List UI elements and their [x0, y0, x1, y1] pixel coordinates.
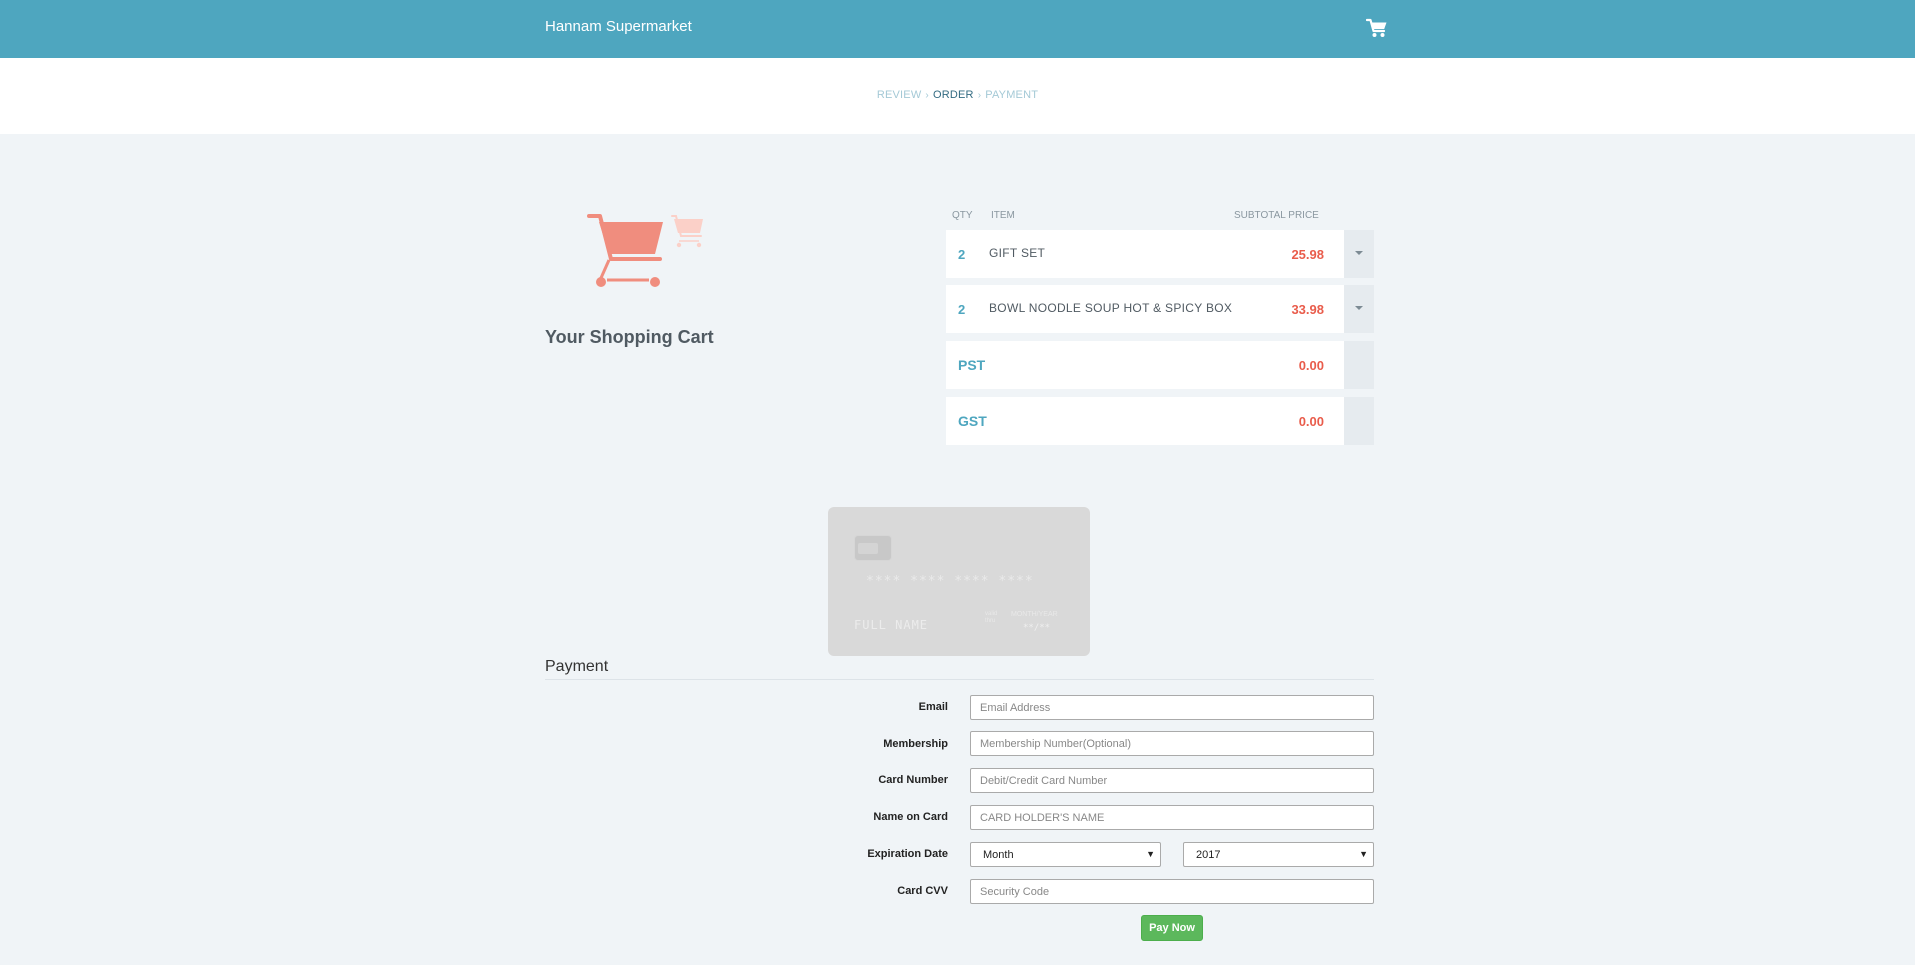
dropdown-arrow-icon: ▼	[1359, 849, 1368, 859]
card-valid-thru-label: valid thru	[985, 611, 998, 624]
card-number-preview: **** **** **** ****	[866, 574, 1034, 589]
card-expiry-preview: **/**	[1023, 623, 1051, 633]
card-cvv-label: Card CVV	[897, 885, 948, 897]
credit-card-preview: **** **** **** **** FULL NAME valid thru…	[828, 507, 1090, 656]
column-header-subtotal: SUBTOTAL PRICE	[1234, 210, 1319, 221]
item-qty: 2	[958, 247, 966, 262]
tax-amount: 0.00	[1298, 414, 1324, 429]
step-review[interactable]: REVIEW	[877, 89, 922, 101]
chevron-right-icon: ›	[925, 90, 929, 101]
item-name: BOWL NOODLE SOUP HOT & SPICY BOX	[989, 301, 1233, 315]
expand-item-button[interactable]	[1344, 230, 1374, 278]
step-payment[interactable]: PAYMENT	[985, 89, 1038, 101]
column-header-qty: QTY	[952, 210, 973, 221]
card-chip-icon	[854, 535, 892, 561]
cart-title: Your Shopping Cart	[545, 327, 714, 347]
item-price: 33.98	[1291, 302, 1324, 317]
dropdown-arrow-icon: ▼	[1146, 849, 1155, 859]
pay-now-button[interactable]: Pay Now	[1141, 915, 1203, 941]
row-side-panel	[1344, 397, 1374, 445]
email-field[interactable]	[970, 695, 1374, 720]
column-header-item: ITEM	[991, 210, 1015, 221]
tax-label: PST	[958, 357, 986, 373]
expiration-date-label: Expiration Date	[867, 848, 948, 860]
card-name-preview: FULL NAME	[854, 618, 929, 632]
cart-item-row: 2 GIFT SET 25.98	[946, 230, 1344, 278]
expiration-month-select[interactable]: Month ▼	[970, 842, 1161, 867]
row-side-panel	[1344, 341, 1374, 389]
card-cvv-field[interactable]	[970, 879, 1374, 904]
shopping-cart-illustration-icon	[585, 212, 705, 292]
tax-row-gst: GST 0.00	[946, 397, 1344, 445]
card-number-label: Card Number	[878, 774, 948, 786]
chevron-right-icon: ›	[977, 90, 982, 101]
checkout-steps-bar: REVIEW › ORDER › PAYMENT	[0, 58, 1915, 134]
divider	[545, 679, 1374, 680]
email-label: Email	[918, 701, 948, 713]
payment-title: Payment	[545, 658, 609, 675]
membership-field[interactable]	[970, 731, 1374, 756]
top-bar: Hannam Supermarket	[0, 0, 1915, 58]
tax-label: GST	[958, 413, 987, 429]
caret-down-icon	[1355, 251, 1363, 255]
expiration-year-select[interactable]: 2017 ▼	[1183, 842, 1374, 867]
shopping-cart-icon[interactable]	[1365, 17, 1388, 39]
item-name: GIFT SET	[989, 246, 1046, 260]
caret-down-icon	[1355, 306, 1363, 310]
cart-item-row: 2 BOWL NOODLE SOUP HOT & SPICY BOX 33.98	[946, 285, 1344, 333]
item-qty: 2	[958, 302, 966, 317]
expiration-month-value: Month	[983, 849, 1014, 861]
checkout-steps: REVIEW › ORDER › PAYMENT	[0, 89, 1915, 101]
membership-label: Membership	[883, 738, 948, 750]
tax-amount: 0.00	[1298, 358, 1324, 373]
name-on-card-label: Name on Card	[873, 811, 948, 823]
step-order[interactable]: ORDER	[933, 89, 974, 101]
name-on-card-field[interactable]	[970, 805, 1374, 830]
tax-row-pst: PST 0.00	[946, 341, 1344, 389]
item-price: 25.98	[1291, 247, 1324, 262]
expiration-year-value: 2017	[1196, 849, 1221, 861]
expand-item-button[interactable]	[1344, 285, 1374, 333]
card-month-year-label: MONTH/YEAR	[1011, 611, 1058, 618]
card-number-field[interactable]	[970, 768, 1374, 793]
store-name[interactable]: Hannam Supermarket	[545, 18, 692, 35]
